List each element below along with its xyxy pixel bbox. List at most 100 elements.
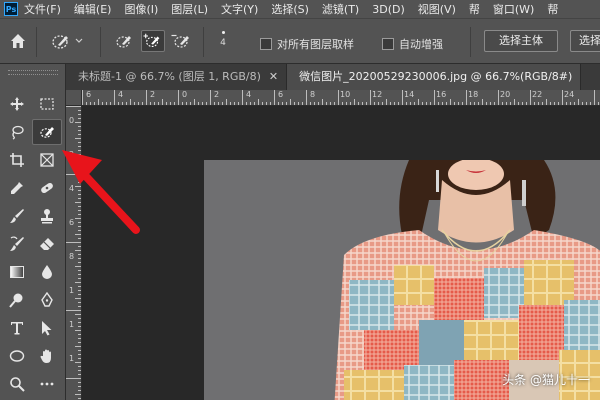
document-tab-active[interactable]: 微信图片_20200529230006.jpg @ 66.7%(RGB/8#) (287, 64, 582, 90)
ruler-label: 6 (278, 90, 284, 99)
close-icon[interactable]: ✕ (269, 64, 278, 90)
dodge-tool[interactable] (4, 288, 30, 312)
home-icon[interactable] (9, 32, 27, 50)
sample-all-layers-label: 对所有图层取样 (277, 38, 354, 51)
more-tools[interactable] (34, 372, 60, 396)
new-selection-mode[interactable] (112, 30, 136, 52)
brush-icon (10, 209, 24, 223)
ruler-label: 2 (214, 90, 220, 99)
stamp-icon (41, 209, 53, 224)
watermark: 头条 @猫儿十一 (502, 373, 590, 387)
ruler-label: 1 (69, 354, 75, 363)
arrow-cursor-icon (42, 321, 52, 336)
ruler-label: 10 (340, 90, 351, 99)
checkbox-box[interactable] (382, 38, 394, 50)
separator (100, 27, 101, 57)
ruler-label: 14 (404, 90, 415, 99)
brush-tip-icon (221, 31, 225, 34)
menu-help[interactable]: 帮 (547, 1, 558, 17)
gradient-icon (10, 266, 24, 278)
tab-label: 微信图片_20200529230006.jpg @ 66.7%(RGB/8#) (299, 70, 573, 83)
panel-grip[interactable] (8, 70, 58, 75)
type-tool[interactable] (4, 316, 30, 340)
ellipse-icon (9, 350, 25, 362)
bandage-icon (41, 182, 53, 194)
menu-file[interactable]: 文件(F) (24, 1, 61, 17)
annotation-arrow (62, 150, 140, 234)
subtract-from-selection-mode[interactable] (170, 30, 194, 52)
separator (203, 27, 204, 57)
menu-layer[interactable]: 图层(L) (171, 1, 208, 17)
ruler-origin[interactable] (66, 90, 82, 106)
crop-icon (10, 153, 24, 167)
ruler-label: 24 (564, 90, 575, 99)
auto-enhance-checkbox[interactable]: 自动增强 (382, 36, 443, 52)
menu-view[interactable]: 视图(V) (418, 1, 456, 17)
history-brush-tool[interactable] (4, 232, 30, 256)
lasso-icon (12, 125, 24, 140)
eyedropper-tool[interactable] (4, 176, 30, 200)
zoom-tool[interactable] (4, 372, 30, 396)
options-bar: 4 对所有图层取样 自动增强 选择主体 选择 (0, 18, 600, 64)
quick-selection-icon (40, 127, 54, 138)
ruler-label: 8 (310, 90, 316, 99)
rectangular-marquee-tool[interactable] (34, 92, 60, 116)
select-subject-button[interactable]: 选择主体 (484, 30, 558, 52)
menu-filter[interactable]: 滤镜(T) (322, 1, 359, 17)
lasso-tool[interactable] (4, 120, 30, 144)
select-and-mask-button[interactable]: 选择 (570, 30, 600, 52)
ruler-label: 1 (69, 320, 75, 329)
menu-image[interactable]: 图像(I) (124, 1, 158, 17)
pen-tool[interactable] (34, 288, 60, 312)
sample-all-layers-checkbox[interactable]: 对所有图层取样 (260, 36, 354, 52)
move-tool[interactable] (4, 92, 30, 116)
add-to-selection-mode[interactable] (141, 30, 165, 52)
hand-tool[interactable] (34, 344, 60, 368)
menu-help-partial[interactable]: 帮 (469, 1, 480, 17)
hand-icon (40, 349, 51, 363)
brush-tool[interactable] (4, 204, 30, 228)
brush-size-value: 4 (220, 38, 226, 48)
frame-icon (40, 153, 54, 167)
move-icon (10, 97, 24, 111)
ruler-label: 12 (372, 90, 383, 99)
ruler-label: 1 (69, 286, 75, 295)
ruler-label: 22 (532, 90, 543, 99)
crop-tool[interactable] (4, 148, 30, 172)
menu-3d[interactable]: 3D(D) (372, 3, 405, 16)
ruler-label: 0 (182, 90, 188, 99)
tab-label: 未标题-1 @ 66.7% (图层 1, RGB/8) (78, 70, 261, 83)
menu-select[interactable]: 选择(S) (271, 1, 309, 17)
type-icon (11, 322, 23, 335)
dodge-icon (9, 293, 23, 308)
menu-edit[interactable]: 编辑(E) (74, 1, 112, 17)
ruler-label: 16 (436, 90, 447, 99)
canvas-workspace[interactable]: 头条 @猫儿十一 (82, 106, 600, 400)
menu-type[interactable]: 文字(Y) (221, 1, 258, 17)
brush-size-picker[interactable]: 4 (213, 28, 233, 56)
tool-preset-picker[interactable] (50, 31, 86, 51)
separator (470, 27, 471, 57)
ellipse-tool[interactable] (4, 344, 30, 368)
ruler-label: 20 (500, 90, 511, 99)
menu-bar: Ps 文件(F) 编辑(E) 图像(I) 图层(L) 文字(Y) 选择(S) 滤… (0, 0, 600, 18)
document-tab[interactable]: 未标题-1 @ 66.7% (图层 1, RGB/8) ✕ (66, 64, 288, 90)
ruler-label: 2 (150, 90, 156, 99)
blur-tool[interactable] (34, 260, 60, 284)
ruler-label: 4 (118, 90, 124, 99)
horizontal-ruler[interactable]: 6 4 2 0 2 4 6 8 10 12 14 16 18 20 22 24 (82, 90, 600, 106)
pen-icon (41, 292, 53, 307)
ruler-label: 18 (468, 90, 479, 99)
eyedropper-icon (11, 182, 23, 194)
gradient-tool[interactable] (4, 260, 30, 284)
document-photo[interactable] (204, 160, 600, 400)
ruler-label: 6 (86, 90, 92, 99)
checkbox-box[interactable] (260, 38, 272, 50)
history-brush-icon (10, 236, 24, 251)
separator (36, 27, 37, 57)
photo-woman-patchwork-blouse (334, 160, 600, 400)
eraser-icon (40, 238, 54, 250)
path-selection-tool[interactable] (34, 316, 60, 340)
menu-window[interactable]: 窗口(W) (493, 1, 534, 17)
auto-enhance-label: 自动增强 (399, 38, 443, 51)
